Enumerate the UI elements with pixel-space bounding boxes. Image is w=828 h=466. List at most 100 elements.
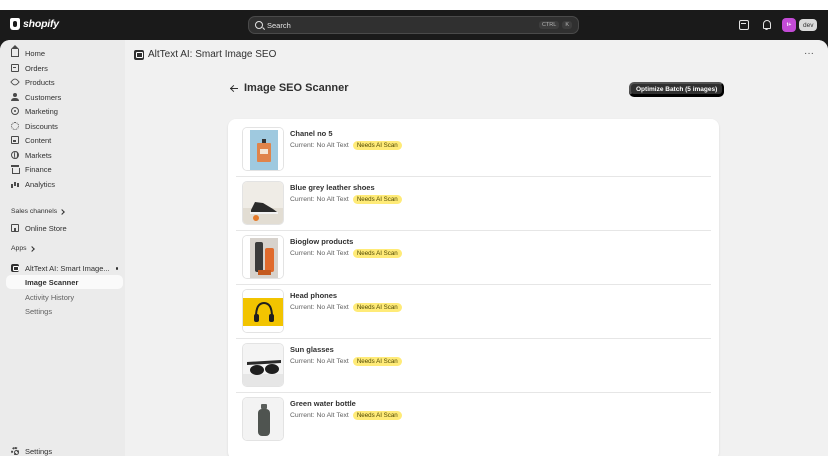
product-thumbnail	[242, 397, 284, 441]
more-actions-icon[interactable]: ···	[804, 48, 814, 59]
sidebar-item-label: Finance	[25, 164, 52, 174]
app-icon	[11, 264, 19, 272]
sidebar-item-discounts[interactable]: Discounts	[6, 119, 123, 133]
main-content: AltText AI: Smart Image SEO ··· Image SE…	[125, 40, 828, 456]
chevron-right-icon	[28, 245, 35, 252]
store-name-badge[interactable]: dev	[799, 19, 818, 31]
product-name: Blue grey leather shoes	[290, 183, 375, 192]
bioglow-image	[243, 236, 283, 278]
bank-icon	[11, 165, 20, 174]
alt-text-value: Current: No Alt Text	[290, 250, 349, 257]
sidebar-item-label: Online Store	[25, 223, 67, 233]
list-item[interactable]: Sun glasses Current: No Alt Text Needs A…	[236, 339, 711, 393]
product-thumbnail	[242, 289, 284, 333]
search-icon	[255, 21, 263, 29]
product-thumbnail	[242, 343, 284, 387]
alt-status: Current: No Alt Text Needs AI Scan	[290, 249, 402, 258]
sidebar-item-label: Markets	[25, 150, 52, 160]
globe-icon	[11, 151, 19, 159]
shortcut-k: K	[562, 21, 572, 29]
product-name: Sun glasses	[290, 345, 334, 354]
person-icon	[11, 93, 19, 101]
shopify-bag-icon	[10, 18, 20, 30]
content-icon	[11, 136, 19, 144]
list-item[interactable]: Chanel no 5 Current: No Alt Text Needs A…	[236, 123, 711, 177]
shopify-logo[interactable]: shopify	[10, 18, 59, 30]
alt-status: Current: No Alt Text Needs AI Scan	[290, 195, 402, 204]
gear-icon	[11, 447, 19, 455]
alt-status: Current: No Alt Text Needs AI Scan	[290, 303, 402, 312]
app-icon	[134, 49, 144, 60]
list-item[interactable]: Blue grey leather shoes Current: No Alt …	[236, 177, 711, 231]
sidebar-item-label: Activity History	[25, 292, 75, 302]
alt-text-value: Current: No Alt Text	[290, 358, 349, 365]
chart-icon	[11, 180, 19, 188]
sidebar-item-customers[interactable]: Customers	[6, 90, 123, 104]
alt-text-value: Current: No Alt Text	[290, 412, 349, 419]
product-name: Bioglow products	[290, 237, 354, 246]
sales-channels-header[interactable]: Sales channels	[11, 208, 65, 215]
discount-icon	[11, 122, 19, 130]
sidebar-item-label: Customers	[25, 92, 62, 102]
app-title: AltText AI: Smart Image SEO	[148, 49, 277, 60]
brand-name: shopify	[23, 18, 59, 30]
search-bar[interactable]: Search CTRL K	[248, 16, 579, 34]
back-arrow-icon[interactable]	[230, 84, 238, 92]
bell-icon[interactable]	[762, 20, 772, 30]
status-badge: Needs AI Scan	[352, 141, 402, 150]
sidebar-item-products[interactable]: Products	[6, 75, 123, 89]
sidebar-item-label: Products	[25, 77, 55, 87]
sidebar-item-marketing[interactable]: Marketing	[6, 104, 123, 118]
sidebar-item-finance[interactable]: Finance	[6, 162, 123, 176]
sidebar-item-alttext-app[interactable]: AltText AI: Smart Image...	[6, 261, 123, 275]
sidebar-item-orders[interactable]: Orders	[6, 61, 123, 75]
product-name: Green water bottle	[290, 399, 356, 408]
sidebar-item-image-scanner[interactable]: Image Scanner	[6, 275, 123, 289]
sales-channels-title: Sales channels	[11, 208, 58, 215]
sidebar-item-label: Home	[25, 48, 46, 58]
page-title: Image SEO Scanner	[244, 82, 349, 94]
perfume-image	[243, 128, 283, 170]
target-icon	[11, 107, 19, 115]
pin-icon[interactable]	[115, 267, 118, 270]
optimize-batch-button[interactable]: Optimize Batch (5 images)	[629, 82, 725, 96]
avatar[interactable]: t+	[782, 18, 796, 32]
tag-icon	[10, 77, 20, 87]
sidebar-item-analytics[interactable]: Analytics	[6, 177, 123, 191]
sidebar-item-online-store[interactable]: Online Store	[6, 221, 123, 235]
sidebar-item-content[interactable]: Content	[6, 133, 123, 147]
search-placeholder: Search	[267, 20, 291, 30]
shoes-image	[243, 182, 283, 224]
sidebar-item-app-settings[interactable]: Settings	[6, 304, 123, 318]
alt-status: Current: No Alt Text Needs AI Scan	[290, 357, 402, 366]
product-thumbnail	[242, 127, 284, 171]
apps-header[interactable]: Apps	[11, 245, 35, 252]
product-thumbnail	[242, 235, 284, 279]
list-item[interactable]: Green water bottle Current: No Alt Text …	[236, 393, 711, 447]
top-bar: shopify Search CTRL K t+ dev	[0, 10, 828, 40]
status-badge: Needs AI Scan	[352, 303, 402, 312]
alt-text-value: Current: No Alt Text	[290, 142, 349, 149]
orders-icon	[11, 64, 19, 72]
alt-text-value: Current: No Alt Text	[290, 196, 349, 203]
chevron-right-icon	[59, 208, 65, 215]
sidebar-item-label: Settings	[25, 306, 53, 316]
admin-window: shopify Search CTRL K t+ dev Home Orders	[0, 10, 828, 456]
storefront-icon	[11, 224, 19, 232]
list-item[interactable]: Bioglow products Current: No Alt Text Ne…	[236, 231, 711, 285]
home-icon	[11, 45, 19, 57]
sidebar-item-markets[interactable]: Markets	[6, 148, 123, 162]
alt-status: Current: No Alt Text Needs AI Scan	[290, 411, 402, 420]
app-title-bar: AltText AI: Smart Image SEO	[134, 49, 276, 60]
store-icon[interactable]	[739, 20, 749, 30]
sidebar-item-label: Settings	[25, 446, 53, 456]
page-header: Image SEO Scanner	[230, 82, 349, 94]
sidebar-item-activity-history[interactable]: Activity History	[6, 290, 123, 304]
sidebar-item-label: Discounts	[25, 121, 58, 131]
sidebar-item-settings[interactable]: Settings	[6, 444, 123, 456]
product-name: Head phones	[290, 291, 338, 300]
sunglasses-image	[243, 344, 283, 386]
list-item[interactable]: Head phones Current: No Alt Text Needs A…	[236, 285, 711, 339]
sidebar-item-home[interactable]: Home	[6, 45, 123, 60]
alt-text-value: Current: No Alt Text	[290, 304, 349, 311]
